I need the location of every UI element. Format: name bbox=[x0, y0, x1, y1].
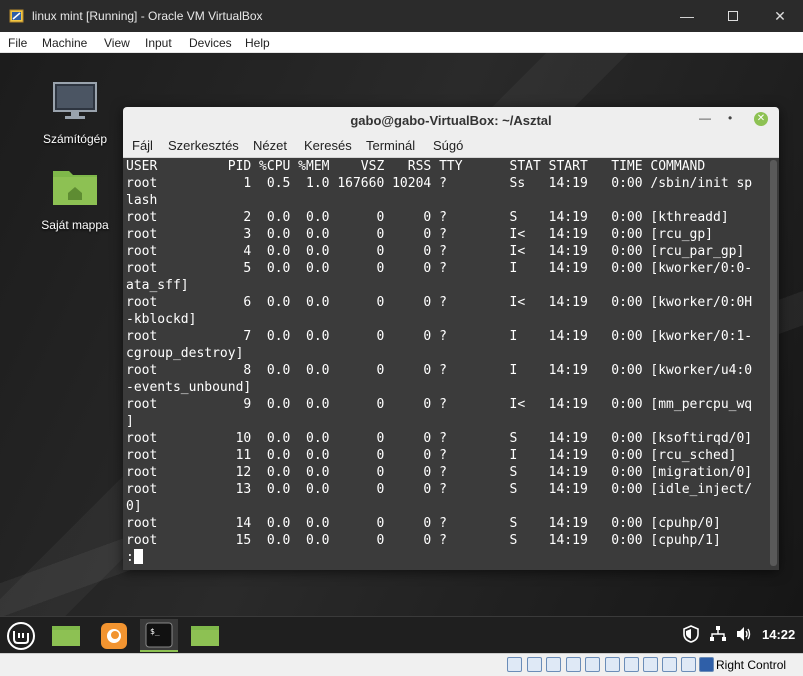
menu-fajl[interactable]: Fájl bbox=[132, 138, 153, 153]
close-icon[interactable]: ✕ bbox=[754, 112, 768, 126]
firefox-icon bbox=[101, 622, 127, 649]
minimize-button[interactable]: — bbox=[664, 0, 710, 32]
terminal-menubar: Fájl Szerkesztés Nézet Keresés Terminál … bbox=[123, 133, 779, 158]
menu-sugo[interactable]: Súgó bbox=[433, 138, 463, 153]
terminal-line: root 7 0.0 0.0 0 0 ? I 14:19 0:00 [kwork… bbox=[126, 329, 753, 344]
terminal-line: root 8 0.0 0.0 0 0 ? I 14:19 0:00 [kwork… bbox=[126, 363, 753, 378]
optical-drive-icon[interactable] bbox=[527, 657, 542, 672]
terminal-line: USER PID %CPU %MEM VSZ RSS TTY STAT STAR… bbox=[126, 159, 706, 174]
terminal-line: root 6 0.0 0.0 0 0 ? I< 14:19 0:00 [kwor… bbox=[126, 295, 753, 310]
desktop-icon-label: Számítógép bbox=[42, 132, 108, 146]
terminal-line: 0] bbox=[126, 499, 142, 514]
menu-input[interactable]: Input bbox=[145, 36, 172, 50]
svg-text:$_: $_ bbox=[150, 627, 160, 636]
menu-kereses[interactable]: Keresés bbox=[304, 138, 352, 153]
restore-icon[interactable]: • bbox=[728, 111, 732, 125]
display-icon[interactable] bbox=[624, 657, 639, 672]
terminal-line: ata_sff] bbox=[126, 278, 189, 293]
host-titlebar: linux mint [Running] - Oracle VM Virtual… bbox=[0, 0, 803, 32]
terminal-line: -kblockd] bbox=[126, 312, 197, 327]
terminal-line: root 4 0.0 0.0 0 0 ? I< 14:19 0:00 [rcu_… bbox=[126, 244, 745, 259]
maximize-button[interactable] bbox=[710, 0, 756, 32]
terminal-line: root 10 0.0 0.0 0 0 ? S 14:19 0:00 [ksof… bbox=[126, 431, 753, 446]
files-icon bbox=[52, 625, 80, 646]
host-key-label: Right Control bbox=[716, 658, 787, 672]
network-icon[interactable] bbox=[709, 625, 727, 643]
desktop-icon-label: Saját mappa bbox=[41, 218, 109, 232]
shield-icon[interactable] bbox=[683, 625, 699, 643]
host-menubar: File Machine View Input Devices Help bbox=[0, 32, 803, 53]
taskbar-firefox-button[interactable] bbox=[95, 619, 133, 652]
terminal-titlebar[interactable]: gabo@gabo-VirtualBox: ~/Asztal — • ✕ bbox=[123, 107, 779, 133]
terminal-title: gabo@gabo-VirtualBox: ~/Asztal bbox=[350, 113, 552, 128]
network-adapter-icon[interactable] bbox=[566, 657, 581, 672]
terminal-line: root 5 0.0 0.0 0 0 ? I 14:19 0:00 [kwork… bbox=[126, 261, 753, 276]
menu-nezet[interactable]: Nézet bbox=[253, 138, 287, 153]
audio-icon[interactable] bbox=[546, 657, 561, 672]
menu-machine[interactable]: Machine bbox=[42, 36, 87, 50]
desktop-icon-home[interactable]: Saját mappa bbox=[30, 165, 120, 232]
taskbar-folder-button[interactable] bbox=[186, 619, 224, 652]
minimize-icon[interactable]: — bbox=[699, 111, 711, 125]
terminal-line: root 11 0.0 0.0 0 0 ? I 14:19 0:00 [rcu_… bbox=[126, 448, 737, 463]
terminal-line: root 9 0.0 0.0 0 0 ? I< 14:19 0:00 [mm_p… bbox=[126, 397, 753, 412]
terminal-line: root 2 0.0 0.0 0 0 ? S 14:19 0:00 [kthre… bbox=[126, 210, 729, 225]
cpu-icon[interactable] bbox=[662, 657, 677, 672]
computer-icon bbox=[53, 82, 97, 119]
terminal-line: -events_unbound] bbox=[126, 380, 252, 395]
volume-icon[interactable] bbox=[735, 625, 753, 643]
terminal-scrollbar[interactable] bbox=[770, 160, 777, 566]
menu-help[interactable]: Help bbox=[245, 36, 270, 50]
text-cursor bbox=[133, 549, 143, 564]
minimize-icon: — bbox=[680, 8, 694, 24]
terminal-icon: $_ bbox=[145, 622, 173, 647]
menu-terminal[interactable]: Terminál bbox=[366, 138, 415, 153]
menu-view[interactable]: View bbox=[104, 36, 130, 50]
terminal-line: lash bbox=[126, 193, 158, 208]
virtualbox-icon bbox=[9, 9, 24, 23]
menu-szerkesztes[interactable]: Szerkesztés bbox=[168, 138, 239, 153]
mouse-integration-icon[interactable] bbox=[681, 657, 696, 672]
pager-prompt: : bbox=[126, 550, 134, 565]
terminal-line: root 12 0.0 0.0 0 0 ? S 14:19 0:00 [migr… bbox=[126, 465, 753, 480]
terminal-window[interactable]: gabo@gabo-VirtualBox: ~/Asztal — • ✕ Fáj… bbox=[123, 107, 779, 570]
shared-folders-icon[interactable] bbox=[605, 657, 620, 672]
host-window-title: linux mint [Running] - Oracle VM Virtual… bbox=[32, 9, 263, 23]
close-button[interactable]: ✕ bbox=[757, 0, 803, 32]
terminal-line: cgroup_destroy] bbox=[126, 346, 244, 361]
hard-disk-icon[interactable] bbox=[507, 657, 522, 672]
mint-menu-icon bbox=[7, 621, 35, 650]
folder-icon bbox=[191, 625, 219, 646]
terminal-prompt-line[interactable]: : bbox=[126, 549, 769, 566]
close-icon: ✕ bbox=[774, 7, 786, 24]
taskbar-terminal-button[interactable]: $_ bbox=[140, 619, 178, 652]
maximize-icon bbox=[728, 11, 738, 21]
terminal-line: root 1 0.5 1.0 167660 10204 ? Ss 14:19 0… bbox=[126, 176, 753, 191]
terminal-line: root 3 0.0 0.0 0 0 ? I< 14:19 0:00 [rcu_… bbox=[126, 227, 713, 242]
home-folder-icon bbox=[53, 171, 97, 205]
menu-file[interactable]: File bbox=[8, 36, 27, 50]
taskbar-clock[interactable]: 14:22 bbox=[762, 627, 795, 642]
terminal-line: root 13 0.0 0.0 0 0 ? S 14:19 0:00 [idle… bbox=[126, 482, 753, 497]
video-capture-icon[interactable] bbox=[643, 657, 658, 672]
guest-taskbar: $_ 14:22 bbox=[0, 616, 803, 653]
desktop-icon-computer[interactable]: Számítógép bbox=[30, 81, 120, 146]
terminal-line: ] bbox=[126, 414, 134, 429]
taskbar-files-button[interactable] bbox=[47, 619, 85, 652]
terminal-line: root 15 0.0 0.0 0 0 ? S 14:19 0:00 [cpuh… bbox=[126, 533, 721, 548]
mint-menu-button[interactable] bbox=[2, 619, 40, 652]
terminal-output[interactable]: USER PID %CPU %MEM VSZ RSS TTY STAT STAR… bbox=[124, 158, 769, 568]
terminal-line: root 14 0.0 0.0 0 0 ? S 14:19 0:00 [cpuh… bbox=[126, 516, 721, 531]
host-statusbar: Right Control bbox=[0, 653, 803, 676]
menu-devices[interactable]: Devices bbox=[189, 36, 232, 50]
keyboard-capture-icon[interactable] bbox=[699, 657, 714, 672]
usb-icon[interactable] bbox=[585, 657, 600, 672]
